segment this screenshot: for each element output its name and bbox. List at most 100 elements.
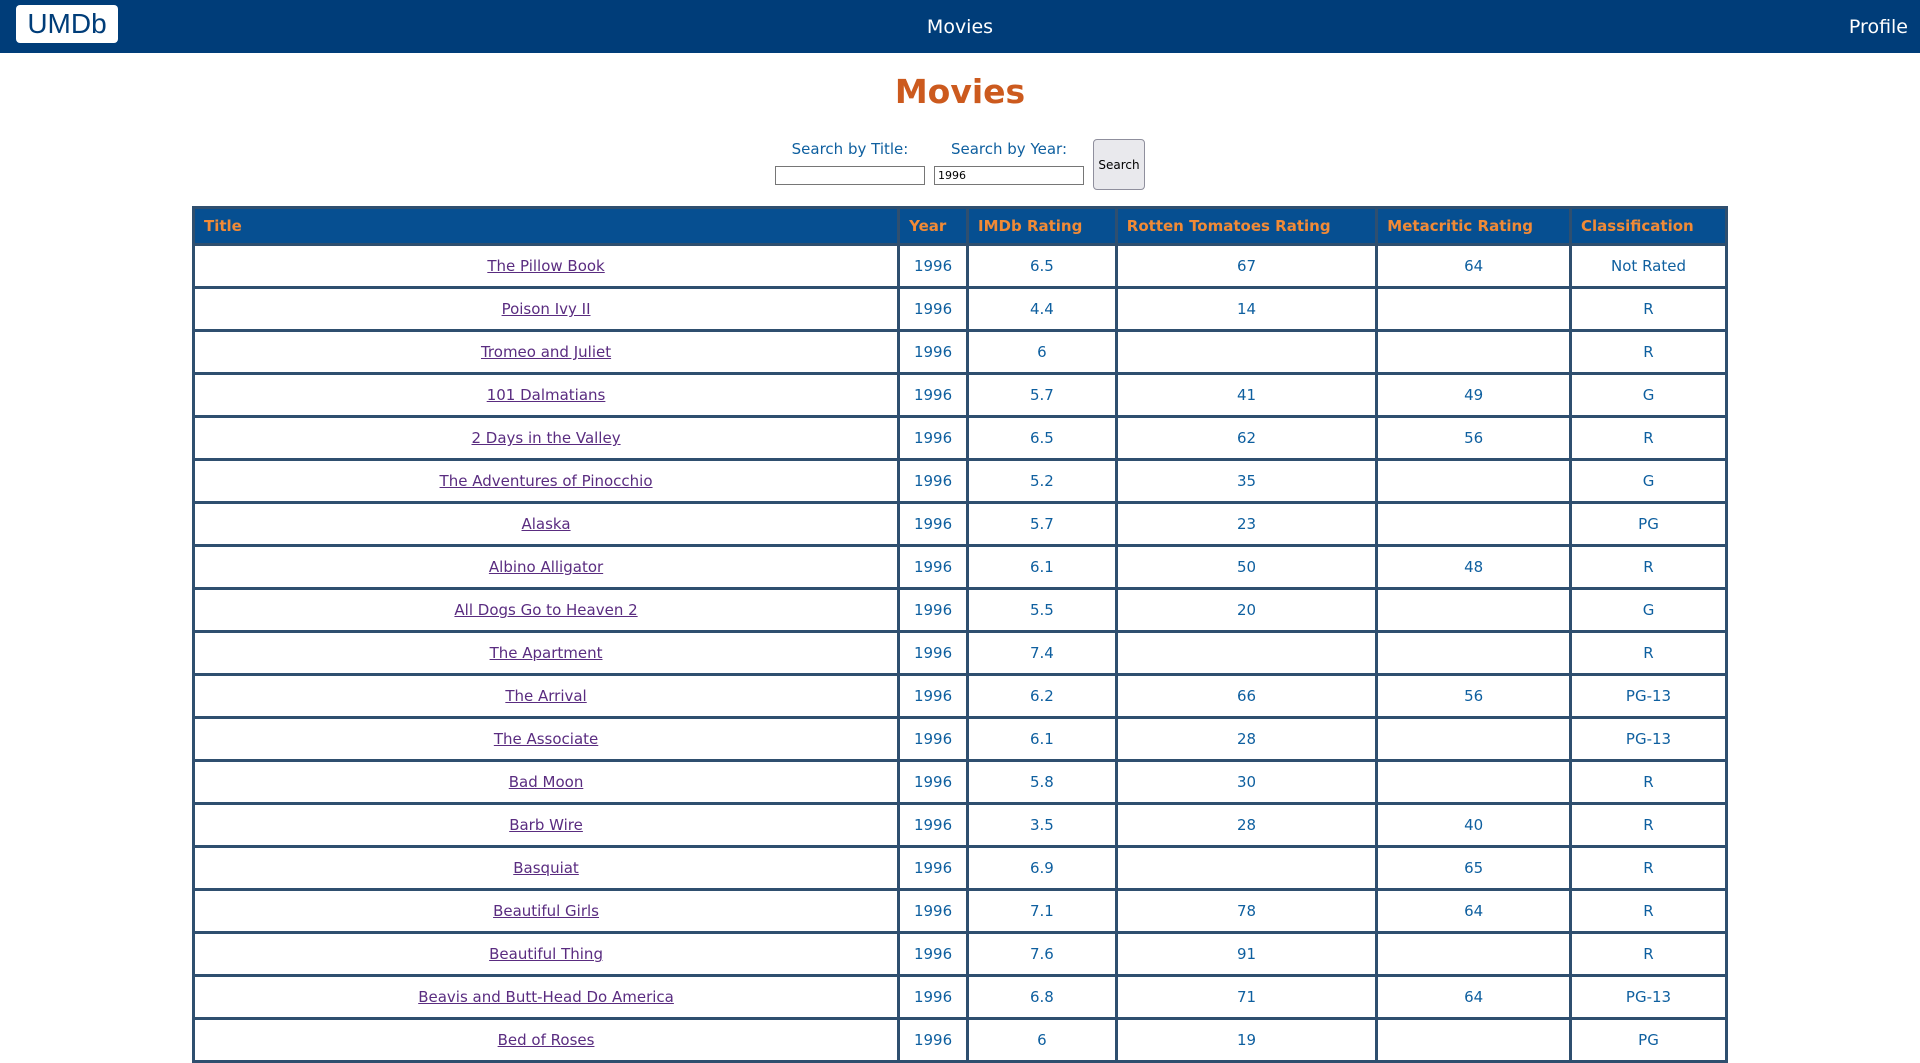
nav-center: Movies — [0, 0, 1920, 53]
header-year: Year — [897, 206, 970, 246]
cell-title: Albino Alligator — [191, 544, 901, 590]
cell-rotten-tomatoes-rating — [1114, 845, 1379, 891]
cell-year: 1996 — [897, 544, 970, 590]
cell-title: The Apartment — [191, 630, 901, 676]
table-row: Beautiful Girls 1996 7.1 78 64 R — [191, 888, 1728, 934]
movie-title-link[interactable]: Bed of Roses — [498, 1031, 595, 1049]
cell-classification: R — [1569, 544, 1728, 590]
movie-title-link[interactable]: Alaska — [522, 515, 571, 533]
table-header-row: Title Year IMDb Rating Rotten Tomatoes R… — [191, 206, 1728, 246]
title-search-label: Search by Title: — [791, 140, 909, 158]
cell-year: 1996 — [897, 501, 970, 547]
cell-classification: R — [1569, 759, 1728, 805]
cell-imdb-rating: 5.5 — [966, 587, 1118, 633]
nav-movies-link[interactable]: Movies — [927, 16, 993, 38]
cell-metacritic-rating: 64 — [1375, 243, 1573, 289]
search-button[interactable]: Search — [1093, 139, 1145, 190]
movie-title-link[interactable]: The Adventures of Pinocchio — [440, 472, 653, 490]
table-row: 2 Days in the Valley 1996 6.5 62 56 R — [191, 415, 1728, 461]
cell-classification: R — [1569, 802, 1728, 848]
movie-title-link[interactable]: Beautiful Girls — [493, 902, 599, 920]
cell-classification: R — [1569, 286, 1728, 332]
cell-title: The Associate — [191, 716, 901, 762]
cell-metacritic-rating: 56 — [1375, 673, 1573, 719]
nav-profile-link[interactable]: Profile — [1849, 0, 1908, 53]
cell-rotten-tomatoes-rating: 41 — [1114, 372, 1379, 418]
header-metacritic-rating: Metacritic Rating — [1375, 206, 1573, 246]
cell-rotten-tomatoes-rating: 78 — [1114, 888, 1379, 934]
cell-classification: PG-13 — [1569, 974, 1728, 1020]
cell-rotten-tomatoes-rating: 14 — [1114, 286, 1379, 332]
cell-classification: PG — [1569, 501, 1728, 547]
cell-title: Poison Ivy II — [191, 286, 901, 332]
cell-imdb-rating: 7.6 — [966, 931, 1118, 977]
table-row: Albino Alligator 1996 6.1 50 48 R — [191, 544, 1728, 590]
cell-imdb-rating: 6.1 — [966, 716, 1118, 762]
table-row: Tromeo and Juliet 1996 6 R — [191, 329, 1728, 375]
cell-metacritic-rating — [1375, 329, 1573, 375]
cell-metacritic-rating — [1375, 501, 1573, 547]
cell-imdb-rating: 7.1 — [966, 888, 1118, 934]
movie-title-link[interactable]: Basquiat — [513, 859, 579, 877]
movie-title-link[interactable]: Albino Alligator — [489, 558, 603, 576]
table-row: Beavis and Butt-Head Do America 1996 6.8 71… — [191, 974, 1728, 1020]
cell-classification: PG — [1569, 1017, 1728, 1063]
cell-metacritic-rating: 56 — [1375, 415, 1573, 461]
cell-imdb-rating: 6 — [966, 1017, 1118, 1063]
cell-year: 1996 — [897, 716, 970, 762]
movie-title-link[interactable]: Poison Ivy II — [502, 300, 591, 318]
movie-title-link[interactable]: Tromeo and Juliet — [481, 343, 611, 361]
cell-classification: R — [1569, 931, 1728, 977]
cell-title: Tromeo and Juliet — [191, 329, 901, 375]
movie-title-link[interactable]: 101 Dalmatians — [487, 386, 606, 404]
cell-classification: R — [1569, 845, 1728, 891]
cell-year: 1996 — [897, 415, 970, 461]
cell-rotten-tomatoes-rating: 30 — [1114, 759, 1379, 805]
table-row: Basquiat 1996 6.9 65 R — [191, 845, 1728, 891]
cell-title: Beautiful Girls — [191, 888, 901, 934]
cell-imdb-rating: 5.8 — [966, 759, 1118, 805]
cell-year: 1996 — [897, 458, 970, 504]
cell-classification: G — [1569, 587, 1728, 633]
movies-table-body: The Pillow Book 1996 6.5 67 64 Not Rated Poiso… — [191, 243, 1728, 1063]
cell-year: 1996 — [897, 673, 970, 719]
cell-title: Beautiful Thing — [191, 931, 901, 977]
table-row: The Pillow Book 1996 6.5 67 64 Not Rated — [191, 243, 1728, 289]
cell-rotten-tomatoes-rating: 23 — [1114, 501, 1379, 547]
cell-year: 1996 — [897, 974, 970, 1020]
table-row: Bed of Roses 1996 6 19 PG — [191, 1017, 1728, 1063]
cell-title: 2 Days in the Valley — [191, 415, 901, 461]
cell-rotten-tomatoes-rating: 71 — [1114, 974, 1379, 1020]
cell-year: 1996 — [897, 587, 970, 633]
movie-title-link[interactable]: Beavis and Butt-Head Do America — [418, 988, 674, 1006]
table-row: The Associate 1996 6.1 28 PG-13 — [191, 716, 1728, 762]
cell-metacritic-rating: 64 — [1375, 888, 1573, 934]
table-row: Poison Ivy II 1996 4.4 14 R — [191, 286, 1728, 332]
cell-metacritic-rating: 64 — [1375, 974, 1573, 1020]
header-imdb-rating: IMDb Rating — [966, 206, 1118, 246]
movie-title-link[interactable]: Beautiful Thing — [489, 945, 603, 963]
title-search-input[interactable] — [775, 166, 925, 185]
movie-title-link[interactable]: All Dogs Go to Heaven 2 — [454, 601, 637, 619]
movie-title-link[interactable]: Barb Wire — [509, 816, 583, 834]
movie-title-link[interactable]: The Apartment — [490, 644, 603, 662]
movie-title-link[interactable]: Bad Moon — [509, 773, 584, 791]
cell-title: Basquiat — [191, 845, 901, 891]
cell-imdb-rating: 6 — [966, 329, 1118, 375]
cell-metacritic-rating — [1375, 931, 1573, 977]
movie-title-link[interactable]: 2 Days in the Valley — [472, 429, 621, 447]
cell-metacritic-rating — [1375, 759, 1573, 805]
cell-rotten-tomatoes-rating — [1114, 630, 1379, 676]
cell-rotten-tomatoes-rating: 67 — [1114, 243, 1379, 289]
cell-rotten-tomatoes-rating: 91 — [1114, 931, 1379, 977]
table-row: Bad Moon 1996 5.8 30 R — [191, 759, 1728, 805]
movie-title-link[interactable]: The Associate — [494, 730, 598, 748]
movie-title-link[interactable]: The Pillow Book — [487, 257, 604, 275]
cell-title: 101 Dalmatians — [191, 372, 901, 418]
table-row: Beautiful Thing 1996 7.6 91 R — [191, 931, 1728, 977]
umdb-logo[interactable]: UMDb — [16, 5, 118, 43]
cell-year: 1996 — [897, 243, 970, 289]
year-search-input[interactable] — [934, 166, 1084, 185]
movie-title-link[interactable]: The Arrival — [505, 687, 586, 705]
cell-title: The Arrival — [191, 673, 901, 719]
